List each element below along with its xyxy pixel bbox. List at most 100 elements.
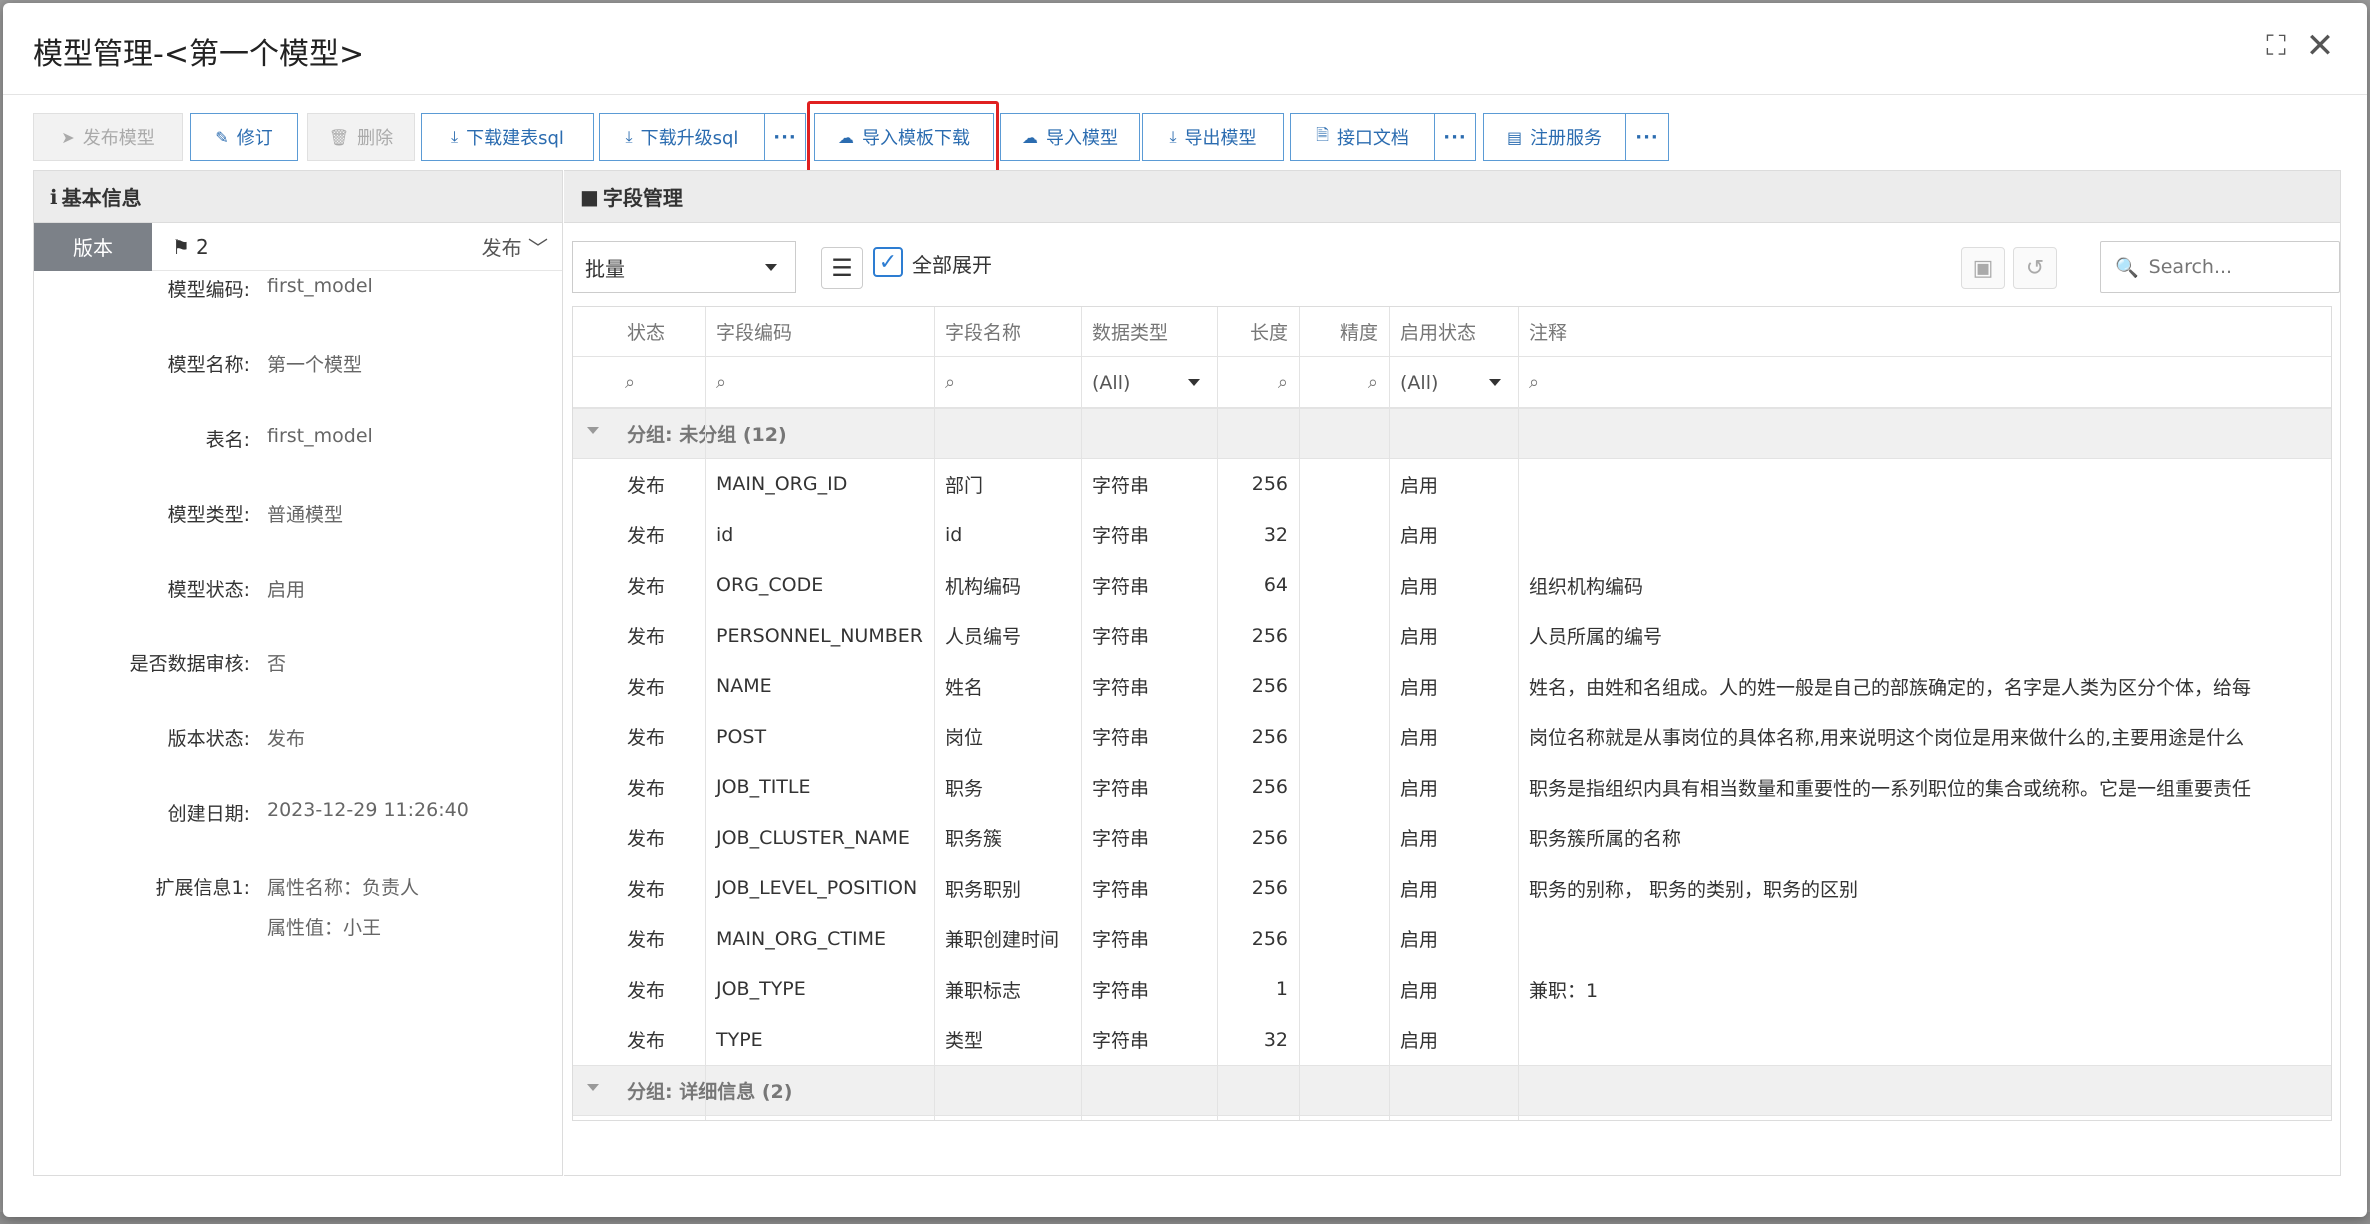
table-cell: ORG_CODE [716, 574, 824, 597]
collapse-arrow-icon[interactable] [587, 427, 599, 434]
table-cell: 字符串 [1092, 828, 1150, 851]
table-cell: 类型 [945, 1030, 984, 1053]
table-cell: 职务簇所属的名称 [1529, 828, 1682, 851]
search-icon: ⌕ [1367, 372, 1378, 393]
api-doc-button[interactable]: 🗎 接口文档 [1290, 113, 1435, 161]
table-row: 发布 JOB_CLUSTER_NAME 职务簇 字符串 256 启用 职务簇所属的名称 [573, 813, 2331, 864]
info-value: 发布 [267, 728, 306, 750]
info-value: 否 [267, 653, 287, 675]
table-cell: MAIN_ORG_ID [716, 473, 848, 496]
download-create-sql-button[interactable]: ⤓ 下载建表sql [421, 113, 594, 161]
table-cell: 职务 [945, 777, 984, 800]
batch-select[interactable]: 批量 [572, 241, 796, 293]
column-header[interactable]: 状态 [573, 307, 705, 356]
table-cell: 发布 [627, 828, 666, 851]
filter-search-cell[interactable]: ⌕ [573, 358, 705, 407]
table-cell: JOB_CLUSTER_NAME [716, 826, 910, 849]
table-cell: 职务簇 [945, 828, 1003, 851]
column-header[interactable]: 字段名称 [934, 307, 1081, 356]
table-cell: 字符串 [1092, 626, 1150, 649]
table-cell: 发布 [627, 575, 666, 598]
info-label: 版本状态: [167, 728, 250, 750]
register-service-button[interactable]: ▤ 注册服务 [1483, 113, 1626, 161]
table-cell: 启用 [1400, 1030, 1439, 1053]
table-cell: id [945, 523, 963, 546]
column-divider [934, 307, 935, 1120]
table-cell: 发布 [627, 777, 666, 800]
search-icon: 🔍 [2115, 256, 2139, 279]
table-row: 发布 JOB_TITLE 职务 字符串 256 启用 职务是指组织内具有相当数量和重要性的一… [573, 762, 2331, 813]
download-upgrade-sql-button[interactable]: ⤓ 下载升级sql [599, 113, 765, 161]
info-icon: ℹ [50, 184, 58, 209]
group-label: 分组: 未分组 (12) [627, 424, 787, 446]
filter-search-cell[interactable]: ⌕ [1299, 358, 1389, 407]
filter-select[interactable]: (All) [1081, 358, 1217, 407]
filter-search-cell[interactable]: ⌕ [1217, 358, 1299, 407]
flag-icon: ⚑ [172, 234, 190, 259]
table-cell: 字符串 [1092, 676, 1150, 699]
import-model-button[interactable]: ☁ 导入模型 [1000, 113, 1140, 161]
table-cell: 发布 [627, 727, 666, 750]
download-icon: ⤓ [1169, 127, 1177, 146]
table-cell: 兼职创建时间 [945, 929, 1060, 952]
save-icon[interactable]: ▣ [1961, 247, 2005, 289]
column-header[interactable]: 精度 [1299, 307, 1389, 356]
table-cell: 1 [1275, 978, 1288, 1001]
table-cell: 姓名 [945, 676, 984, 699]
dialog-header: 模型管理-<第一个模型> ⛶ ✕ [3, 3, 2367, 95]
import-template-download-button[interactable]: ☁ 导入模板下载 [814, 113, 994, 161]
basic-info-panel: ℹ 基本信息 版本 ⚑ 2 发布 ﹀ 模型编码: first_model 模型名称:… [33, 170, 563, 1176]
table-cell [1299, 914, 1389, 965]
menu-icon[interactable]: ☰ [821, 247, 863, 289]
maximize-icon[interactable]: ⛶ [2261, 31, 2291, 61]
column-header[interactable]: 字段编码 [705, 307, 934, 356]
table-cell: 字符串 [1092, 929, 1150, 952]
column-header[interactable]: 注释 [1518, 307, 2331, 356]
column-divider [705, 307, 706, 1120]
export-model-button[interactable]: ⤓ 导出模型 [1142, 113, 1284, 161]
column-header[interactable]: 长度 [1217, 307, 1299, 356]
expand-all-label: 全部展开 [912, 253, 992, 277]
filter-search-cell[interactable]: ⌕ [1518, 358, 2331, 407]
table-cell: 启用 [1400, 828, 1439, 851]
column-header[interactable]: 数据类型 [1081, 307, 1217, 356]
table-cell: 启用 [1400, 626, 1439, 649]
version-status-dropdown[interactable]: 发布 ﹀ [482, 232, 548, 261]
sql-more-button[interactable]: ··· [764, 113, 806, 161]
filter-search-cell[interactable]: ⌕ [705, 358, 934, 407]
collapse-arrow-icon[interactable] [587, 1084, 599, 1091]
expand-all-checkbox[interactable]: ✓ [873, 247, 903, 277]
info-label: 模型类型: [167, 504, 250, 526]
table-cell: 字符串 [1092, 474, 1150, 497]
table-cell: 发布 [627, 676, 666, 699]
info-value: first_model [267, 275, 373, 297]
table-cell: id [716, 523, 734, 546]
filter-select[interactable]: (All) [1389, 358, 1518, 407]
table-row: 发布 MAIN_ORG_CTIME 兼职创建时间 字符串 256 启用 [573, 914, 2331, 965]
api-more-button[interactable]: ··· [1434, 113, 1476, 161]
table-cell: MAIN_ORG_CTIME [716, 927, 886, 950]
service-more-button[interactable]: ··· [1625, 113, 1669, 161]
table-row: 发布 PERSONNEL_NUMBER 人员编号 字符串 256 启用 人员所属的编号 [573, 611, 2331, 662]
table-cell: 启用 [1400, 929, 1439, 952]
revise-button[interactable]: ✎ 修订 [190, 113, 298, 161]
column-header[interactable]: 启用状态 [1389, 307, 1518, 356]
table-cell: 启用 [1400, 474, 1439, 497]
table-cell: 字符串 [1092, 575, 1150, 598]
publish-model-button[interactable]: ➤ 发布模型 [33, 113, 183, 161]
version-tab[interactable]: 版本 [34, 222, 152, 271]
search-input[interactable] [2148, 256, 2309, 278]
undo-icon[interactable]: ↺ [2013, 247, 2057, 289]
table-cell: 32 [1263, 1028, 1288, 1051]
table-cell: 发布 [627, 929, 666, 952]
info-label: 模型状态: [167, 579, 250, 601]
delete-button[interactable]: 🗑 删除 [307, 113, 415, 161]
close-icon[interactable]: ✕ [2305, 29, 2335, 63]
caret-down-icon [765, 264, 777, 271]
table-cell: 256 [1251, 826, 1288, 849]
filter-search-cell[interactable]: ⌕ [934, 358, 1081, 407]
table-row: 发布 id id 字符串 32 启用 [573, 510, 2331, 561]
info-value: 启用 [267, 579, 306, 601]
table-cell: 兼职：1 [1529, 979, 1599, 1002]
table-cell: 组织机构编码 [1529, 575, 1644, 598]
